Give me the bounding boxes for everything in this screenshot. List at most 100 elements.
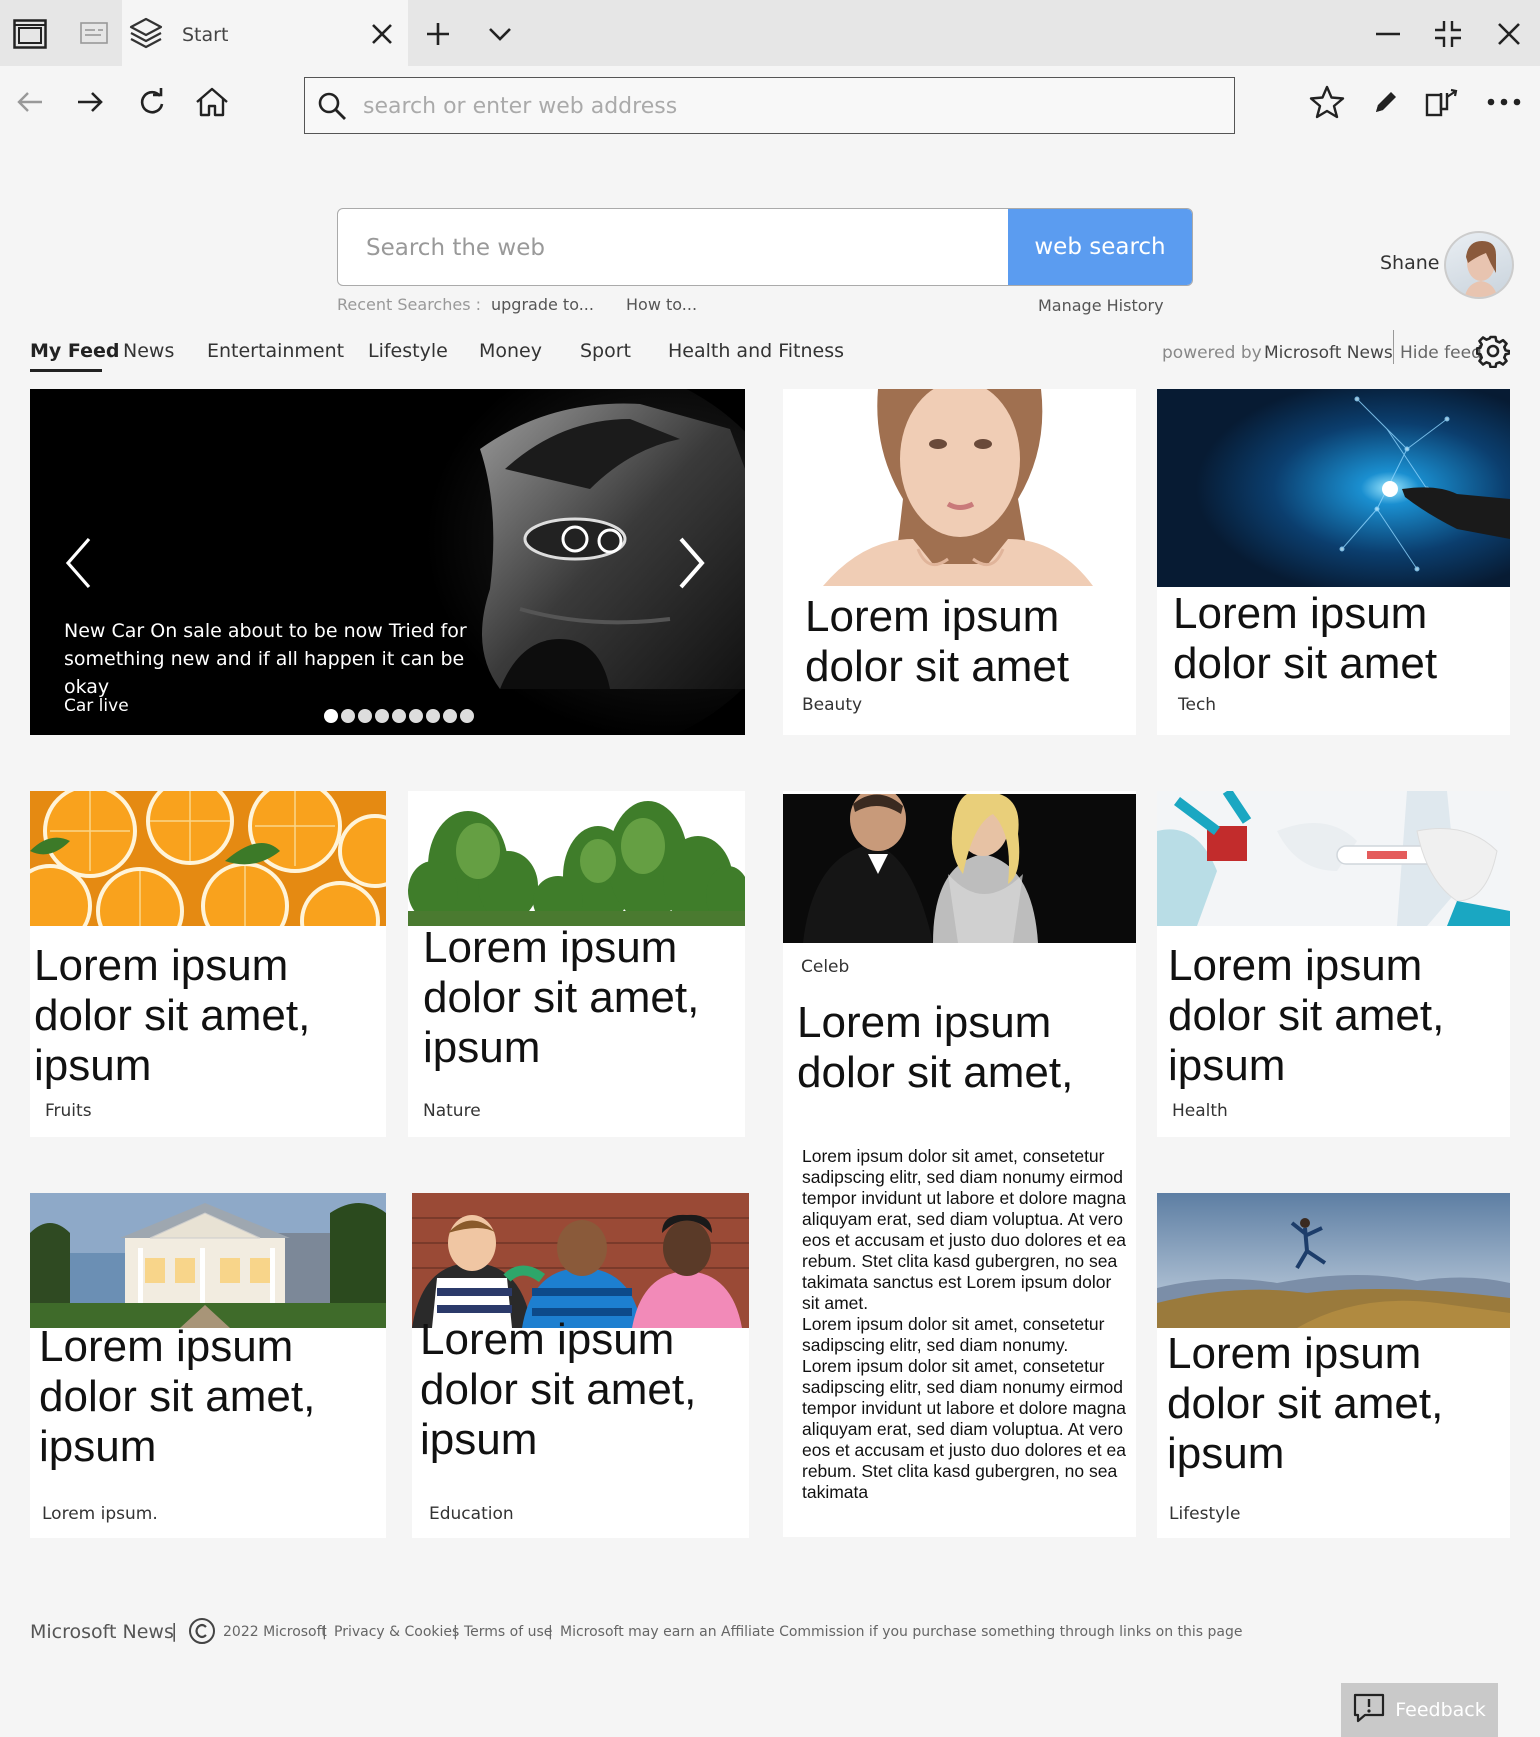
carousel-dot[interactable] [460, 709, 474, 723]
tab-health-and-fitness[interactable]: Health and Fitness [668, 340, 844, 362]
window-icon[interactable] [10, 14, 50, 54]
tab-lifestyle[interactable]: Lifestyle [368, 340, 448, 362]
tab-my-feed[interactable]: My Feed [30, 340, 120, 362]
provider-link[interactable]: Microsoft News [1264, 343, 1393, 363]
restore-icon[interactable] [1428, 14, 1468, 54]
hide-feed-button[interactable]: Hide feed [1400, 343, 1482, 363]
card-headline[interactable]: Lorem ipsum dolor sit amet, ipsum [39, 1322, 379, 1472]
carousel-dot[interactable] [426, 709, 440, 723]
new-tab-icon[interactable] [418, 14, 458, 54]
profile-name[interactable]: Shane [1380, 252, 1439, 274]
carousel-prev-icon[interactable] [58, 533, 98, 593]
refresh-icon[interactable] [130, 80, 174, 124]
news-card-nature[interactable]: Lorem ipsum dolor sit amet, ipsum Nature [408, 791, 745, 1137]
hero-source: Car live [64, 696, 129, 716]
privacy-link[interactable]: Privacy & Cookies [334, 1624, 459, 1640]
card-category: Lifestyle [1169, 1504, 1241, 1524]
tab-preview-icon[interactable] [74, 14, 114, 54]
title-bar: Start [0, 0, 1540, 66]
address-bar[interactable] [304, 77, 1235, 134]
search-icon [317, 91, 347, 125]
footer-separator: | [548, 1624, 553, 1640]
card-category: Nature [423, 1101, 481, 1121]
footer-brand[interactable]: Microsoft News [30, 1621, 174, 1643]
carousel-dot[interactable] [409, 709, 423, 723]
news-card-celeb[interactable]: Celeb Lorem ipsum dolor sit amet, Lorem … [783, 791, 1136, 1537]
tab-news[interactable]: News [123, 340, 174, 362]
carousel-dot[interactable] [375, 709, 389, 723]
footer-separator: | [171, 1620, 178, 1642]
tab-title: Start [182, 24, 229, 46]
gear-icon[interactable] [1475, 334, 1511, 372]
carousel-dot[interactable] [341, 709, 355, 723]
recent-search-item[interactable]: How to... [626, 295, 697, 314]
card-headline[interactable]: Lorem ipsum dolor sit amet [1173, 589, 1503, 689]
news-card-education[interactable]: Lorem ipsum dolor sit amet, ipsum Educat… [412, 1193, 749, 1538]
card-headline[interactable]: Lorem ipsum dolor sit amet, ipsum [34, 941, 379, 1091]
news-card-lifestyle[interactable]: Lorem ipsum dolor sit amet, ipsum Lifest… [1157, 1193, 1510, 1538]
carousel-dot[interactable] [443, 709, 457, 723]
layers-icon [126, 13, 166, 53]
affiliate-notice: Microsoft may earn an Affiliate Commissi… [560, 1624, 1243, 1640]
recent-searches-label: Recent Searches : [337, 295, 482, 314]
card-headline[interactable]: Lorem ipsum dolor sit amet, ipsum [1167, 1329, 1507, 1479]
address-input[interactable] [363, 88, 1213, 124]
news-card-beauty[interactable]: Lorem ipsum dolor sit amet Beauty [783, 389, 1136, 735]
tab-entertainment[interactable]: Entertainment [207, 340, 344, 362]
share-icon[interactable] [1420, 80, 1464, 124]
manage-history-link[interactable]: Manage History [1038, 296, 1164, 315]
news-card-house[interactable]: Lorem ipsum dolor sit amet, ipsum Lorem … [30, 1193, 386, 1538]
fruits-image [30, 791, 386, 926]
card-headline[interactable]: Lorem ipsum dolor sit amet, [797, 998, 1127, 1098]
web-search-box: web search [337, 208, 1193, 286]
card-category: Lorem ipsum. [42, 1504, 158, 1524]
carousel-dot[interactable] [358, 709, 372, 723]
recent-search-item[interactable]: upgrade to... [491, 295, 594, 314]
beauty-image [783, 389, 1136, 586]
hero-caption[interactable]: New Car On sale about to be now Tried fo… [64, 617, 504, 701]
home-icon[interactable] [190, 80, 234, 124]
news-card-health[interactable]: Lorem ipsum dolor sit amet, ipsum Health [1157, 791, 1510, 1137]
footer-separator: | [322, 1624, 327, 1640]
tech-image [1157, 389, 1510, 587]
divider [1393, 330, 1394, 364]
carousel-indicators [324, 709, 474, 723]
feedback-button[interactable]: Feedback [1341, 1683, 1498, 1737]
tab-money[interactable]: Money [479, 340, 542, 362]
card-headline[interactable]: Lorem ipsum dolor sit amet [805, 592, 1125, 692]
close-window-icon[interactable] [1489, 14, 1529, 54]
feedback-icon [1353, 1693, 1385, 1728]
hero-carousel[interactable]: New Car On sale about to be now Tried fo… [30, 389, 745, 735]
card-headline[interactable]: Lorem ipsum dolor sit amet, ipsum [1168, 941, 1508, 1091]
close-tab-icon[interactable] [362, 14, 402, 54]
more-menu-icon[interactable] [1482, 80, 1526, 124]
web-search-input[interactable] [366, 229, 986, 267]
news-card-fruits[interactable]: Lorem ipsum dolor sit amet, ipsum Fruits [30, 791, 386, 1137]
active-tab-underline [30, 369, 102, 372]
chevron-down-icon[interactable] [480, 14, 520, 54]
favorite-star-icon[interactable] [1305, 80, 1349, 124]
avatar[interactable] [1444, 231, 1514, 299]
carousel-dot[interactable] [324, 709, 338, 723]
feedback-label: Feedback [1395, 1699, 1486, 1721]
card-category: Tech [1178, 695, 1217, 715]
education-image [412, 1193, 749, 1328]
pen-icon[interactable] [1364, 80, 1408, 124]
web-search-button[interactable]: web search [1008, 209, 1192, 285]
carousel-dot[interactable] [392, 709, 406, 723]
footer-separator: | [453, 1624, 458, 1640]
tab-start[interactable]: Start [122, 0, 408, 66]
carousel-next-icon[interactable] [672, 533, 712, 593]
forward-icon[interactable] [68, 80, 112, 124]
house-image [30, 1193, 386, 1328]
news-card-tech[interactable]: Lorem ipsum dolor sit amet Tech [1157, 389, 1510, 735]
back-icon[interactable] [8, 80, 52, 124]
card-headline[interactable]: Lorem ipsum dolor sit amet, ipsum [423, 923, 743, 1073]
card-category: Beauty [802, 695, 863, 715]
minimize-icon[interactable] [1368, 14, 1408, 54]
card-headline[interactable]: Lorem ipsum dolor sit amet, ipsum [420, 1315, 749, 1465]
tab-sport[interactable]: Sport [580, 340, 631, 362]
card-body-text: Lorem ipsum dolor sit amet, consetetur s… [802, 1146, 1126, 1502]
powered-by-label: powered by [1162, 343, 1262, 363]
terms-link[interactable]: Terms of use [464, 1624, 552, 1640]
